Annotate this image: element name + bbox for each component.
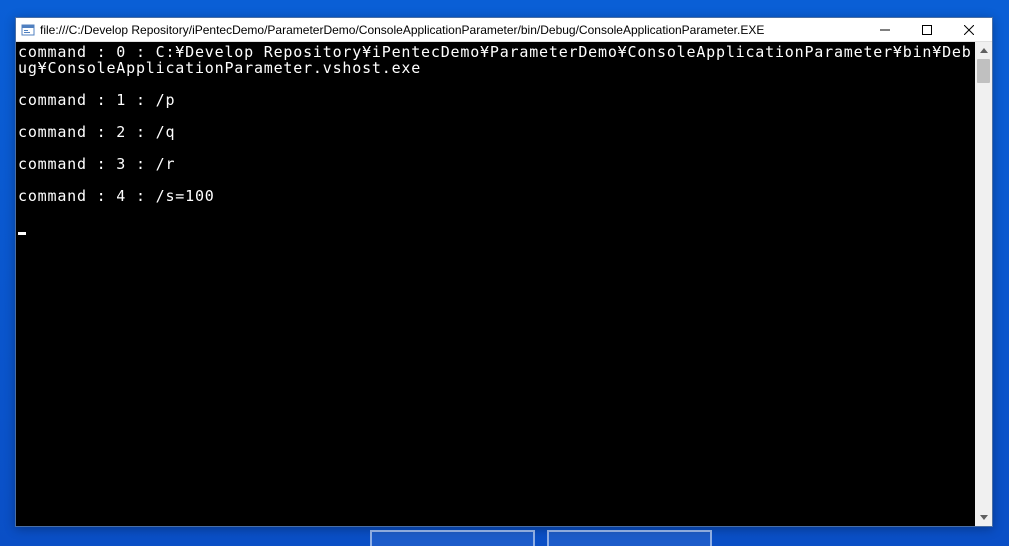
scroll-thumb[interactable] [977,59,990,83]
console-line: command : 4 : /s=100 [18,188,973,204]
taskbar-items [370,530,712,546]
console-area: command : 0 : C:¥Develop Repository¥iPen… [16,42,992,526]
console-output[interactable]: command : 0 : C:¥Develop Repository¥iPen… [16,42,975,526]
minimize-button[interactable] [864,19,906,41]
console-line: command : 1 : /p [18,92,973,108]
scroll-track[interactable] [975,59,992,509]
close-button[interactable] [948,19,990,41]
console-line: command : 2 : /q [18,124,973,140]
taskbar-item[interactable] [370,530,535,546]
console-line [18,172,973,188]
window-title: file:///C:/Develop Repository/iPentecDem… [40,23,864,37]
console-line [18,108,973,124]
maximize-button[interactable] [906,19,948,41]
titlebar[interactable]: file:///C:/Develop Repository/iPentecDem… [16,18,992,42]
console-window: file:///C:/Develop Repository/iPentecDem… [15,17,993,527]
scroll-down-button[interactable] [975,509,992,526]
cursor-icon [18,232,26,235]
console-line [18,140,973,156]
console-line [18,76,973,92]
app-icon [21,23,35,37]
window-controls [864,18,990,41]
console-line [18,204,973,220]
scroll-up-button[interactable] [975,42,992,59]
console-line: command : 3 : /r [18,156,973,172]
vertical-scrollbar[interactable] [975,42,992,526]
taskbar-item[interactable] [547,530,712,546]
console-line: command : 0 : C:¥Develop Repository¥iPen… [18,44,973,76]
cursor-line [18,220,973,236]
